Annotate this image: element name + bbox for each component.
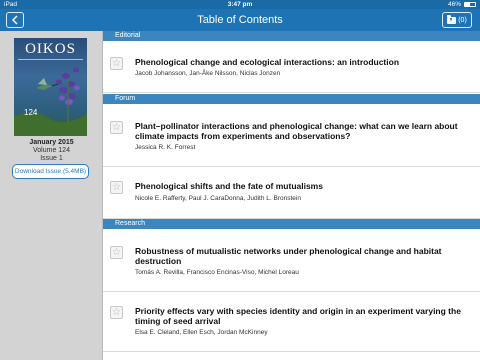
downloads-count: (0) — [458, 16, 467, 24]
issue-volume: Volume 124 — [33, 147, 70, 154]
article-authors: Jessica R. K. Forrest — [135, 144, 196, 151]
article-row[interactable]: ☆ Phenological shifts and the fate of mu… — [103, 167, 480, 219]
page-title: Table of Contents — [197, 14, 283, 26]
article-title[interactable]: Phenological change and ecological inter… — [135, 57, 466, 67]
clock: 3:47 pm — [227, 1, 253, 8]
issue-number: Issue 1 — [40, 155, 63, 162]
battery-indicator: 46% — [448, 0, 476, 9]
battery-icon — [464, 2, 476, 7]
cover-logo: OIKOS — [25, 41, 76, 57]
issue-cover[interactable]: OIKOS 124 — [14, 38, 87, 136]
article-authors: Elsa E. Cleland, Ellen Esch, Jordan McKi… — [135, 329, 268, 336]
article-row[interactable]: ☆ Phenological change and ecological int… — [103, 41, 480, 93]
star-icon[interactable]: ☆ — [110, 181, 123, 194]
navigation-bar: Table of Contents (0) — [0, 9, 480, 31]
section-header-forum: Forum — [103, 94, 480, 104]
article-row[interactable]: ☆ Robustness of mutualistic networks und… — [103, 229, 480, 292]
download-issue-button[interactable]: Download Issue (5.4MB) — [12, 164, 89, 179]
star-icon[interactable]: ☆ — [110, 246, 123, 259]
star-icon[interactable]: ☆ — [110, 57, 123, 70]
article-title[interactable]: Plant–pollinator interactions and phenol… — [135, 121, 466, 141]
section-header-research: Research — [103, 219, 480, 229]
article-authors: Nicole E. Rafferty, Paul J. CaraDonna, J… — [135, 195, 301, 202]
battery-percent: 46% — [447, 1, 461, 8]
status-bar: iPad 3:47 pm 46% — [0, 0, 480, 9]
star-icon[interactable]: ☆ — [110, 121, 123, 134]
cover-number: 124 — [24, 108, 38, 117]
article-authors: Tomás A. Revilla, Francisco Encinas-Viso… — [135, 269, 299, 276]
article-row[interactable]: ☆ Priority effects vary with species ide… — [103, 292, 480, 352]
issue-sidebar: OIKOS 124 January 2015 Volume 124 Issue … — [0, 31, 103, 360]
article-title[interactable]: Robustness of mutualistic networks under… — [135, 246, 466, 266]
table-of-contents: Editorial ☆ Phenological change and ecol… — [103, 31, 480, 360]
article-title[interactable]: Priority effects vary with species ident… — [135, 306, 466, 326]
article-row[interactable]: ☆ Plant–pollinator interactions and phen… — [103, 104, 480, 167]
issue-date: January 2015 — [29, 139, 74, 146]
cover-divider — [18, 59, 83, 60]
section-header-editorial: Editorial — [103, 31, 480, 41]
downloads-button[interactable]: (0) — [442, 12, 472, 28]
star-icon[interactable]: ☆ — [110, 306, 123, 319]
folder-download-icon — [447, 14, 457, 24]
article-authors: Jacob Johansson, Jan-Åke Nilsson, Niclas… — [135, 70, 281, 77]
article-title[interactable]: Phenological shifts and the fate of mutu… — [135, 181, 466, 191]
